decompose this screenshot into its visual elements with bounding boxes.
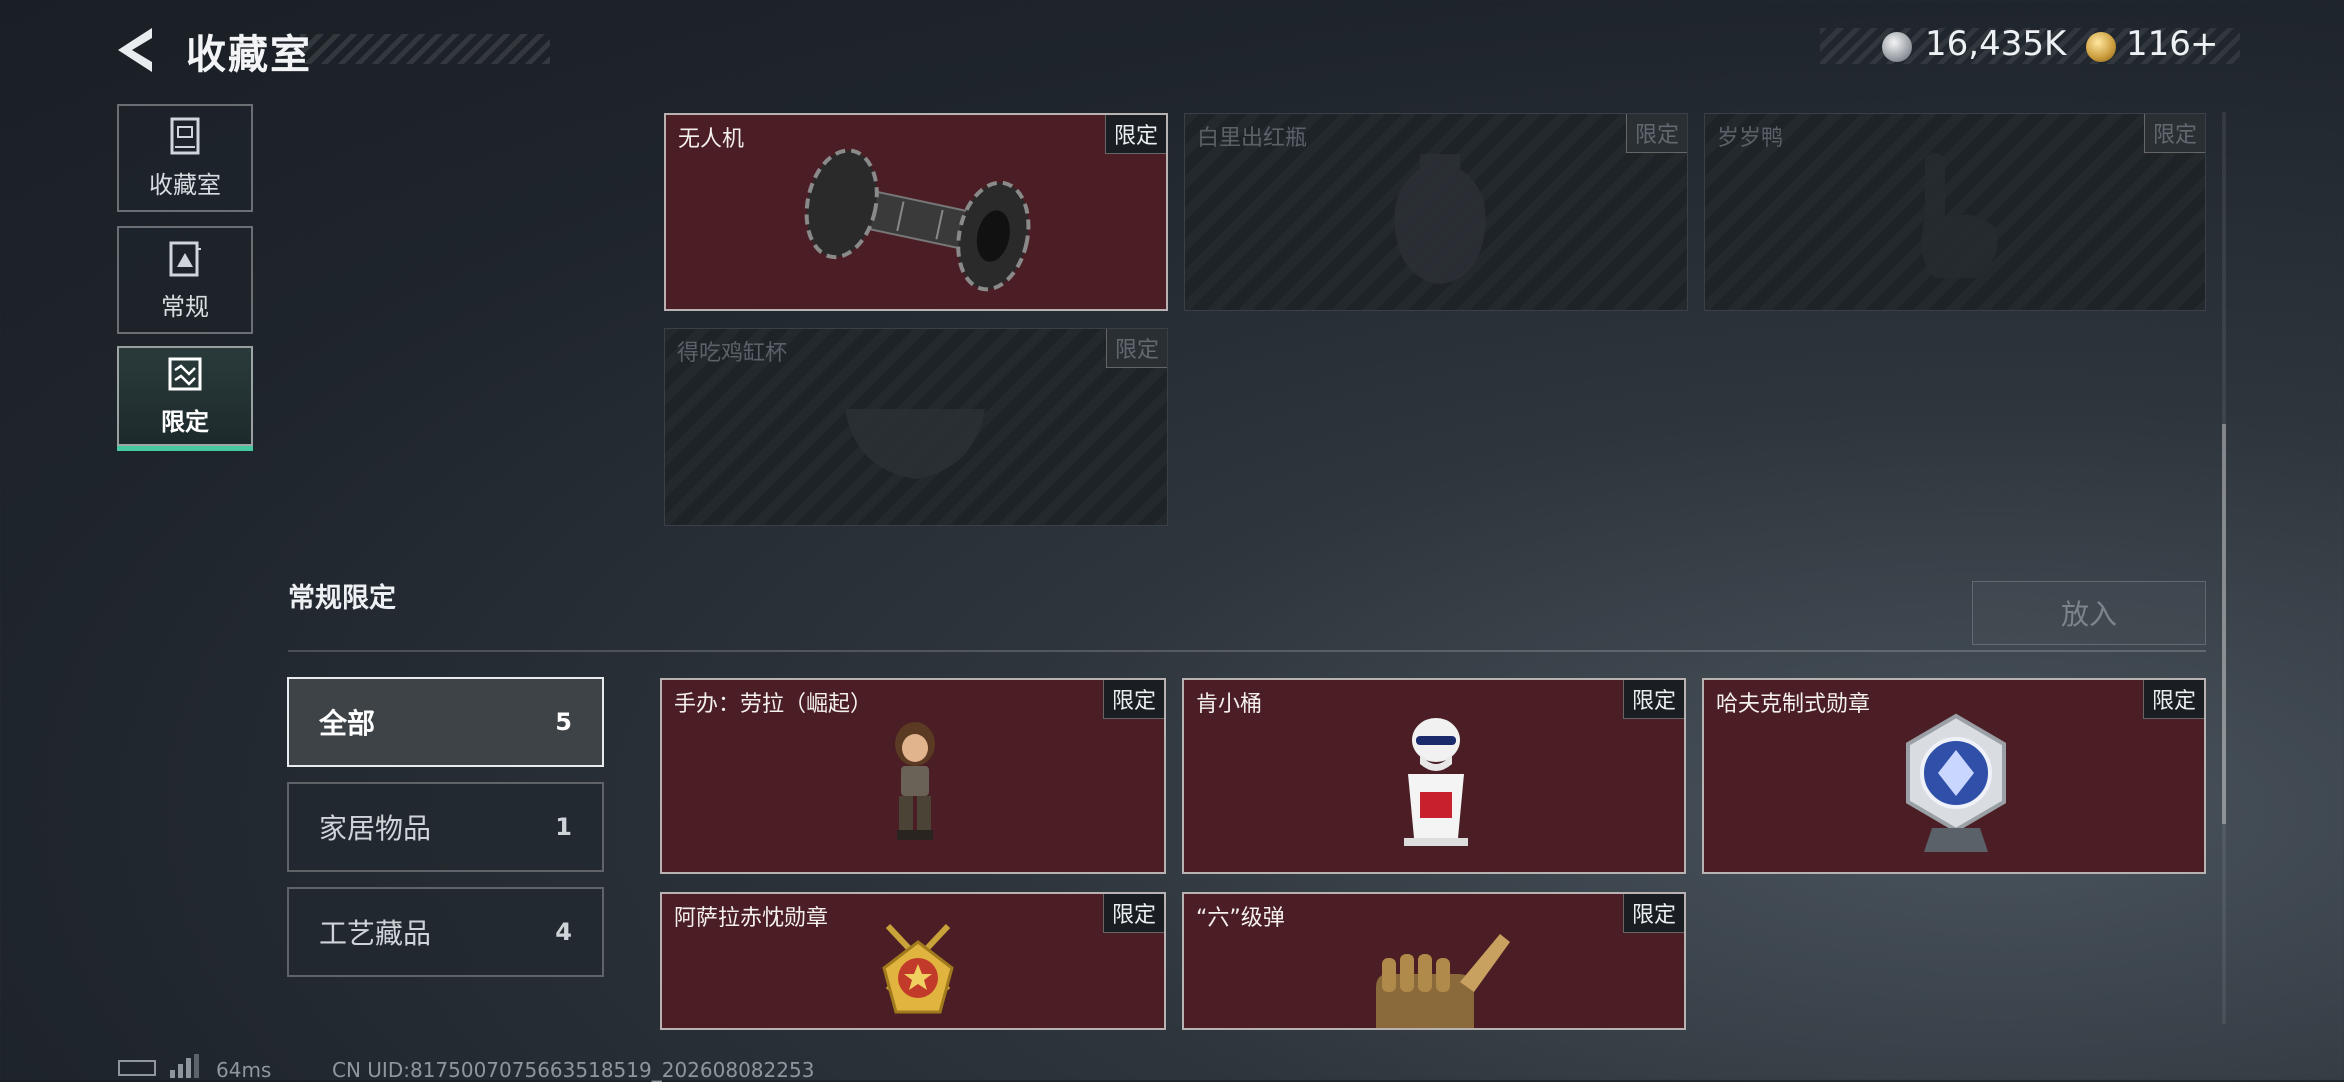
- nav-tab-label: 限定: [161, 407, 209, 436]
- item-card-lara-figure[interactable]: 手办：劳拉（崛起） 限定: [660, 678, 1166, 874]
- item-name: 得吃鸡缸杯: [677, 341, 788, 366]
- item-name: 手办：劳拉（崛起）: [674, 692, 873, 717]
- item-card-duck[interactable]: 岁岁鸭 限定: [1704, 113, 2206, 311]
- gold-coin-icon: [2086, 32, 2116, 62]
- section-divider: [288, 650, 2206, 652]
- filter-count: 5: [555, 708, 572, 736]
- regular-icon: [169, 241, 201, 276]
- item-card-haavk-medal[interactable]: 哈夫克制式勋章 限定: [1702, 678, 2206, 874]
- limited-badge: 限定: [2143, 114, 2205, 153]
- vase-icon: [1394, 154, 1486, 284]
- user-uid: CN UID:8175007075663518519_202608082253: [332, 1058, 815, 1082]
- filter-household[interactable]: 家居物品 1: [287, 782, 604, 872]
- section-title: 常规限定: [288, 583, 396, 614]
- collection-room-icon: [170, 117, 200, 154]
- title-decoration: [300, 34, 550, 64]
- signal-icon: [170, 1054, 204, 1078]
- item-name: “六”级弹: [1196, 906, 1285, 931]
- filter-count: 1: [555, 813, 572, 841]
- silver-amount: 16,435K: [1925, 24, 2067, 64]
- asara-medal-icon: [882, 923, 954, 1014]
- back-arrow-icon[interactable]: [112, 26, 162, 74]
- active-tab-indicator: [117, 446, 253, 451]
- filter-label: 全部: [319, 707, 376, 740]
- scrollbar-thumb[interactable]: [2222, 424, 2226, 824]
- six-bullet-hand-icon: [1376, 934, 1510, 1028]
- item-card-kfc-bucket[interactable]: 肯小桶 限定: [1182, 678, 1686, 874]
- item-name: 哈夫克制式勋章: [1716, 692, 1871, 717]
- nav-tab-limited[interactable]: 限定: [117, 346, 253, 446]
- filter-label: 家居物品: [319, 812, 432, 845]
- filter-all[interactable]: 全部 5: [287, 677, 604, 767]
- battery-icon: [118, 1060, 156, 1076]
- item-card-drone[interactable]: 无人机 限定: [664, 113, 1168, 311]
- item-card-six-bullet[interactable]: “六”级弹 限定: [1182, 892, 1686, 1030]
- item-name: 阿萨拉赤忱勋章: [674, 906, 829, 931]
- filter-label: 工艺藏品: [319, 917, 432, 950]
- item-name: 岁岁鸭: [1717, 126, 1784, 151]
- limited-badge: 限定: [1105, 329, 1167, 368]
- filter-count: 4: [555, 918, 572, 946]
- limited-badge: 限定: [1102, 894, 1164, 933]
- lara-figure-icon: [895, 722, 935, 840]
- nav-tab-label: 收藏室: [149, 170, 221, 199]
- limited-badge: 限定: [1102, 680, 1164, 719]
- filter-crafts[interactable]: 工艺藏品 4: [287, 887, 604, 977]
- item-card-asara-medal[interactable]: 阿萨拉赤忱勋章 限定: [660, 892, 1166, 1030]
- limited-badge: 限定: [1622, 894, 1684, 933]
- silver-coin-icon: [1882, 32, 1912, 62]
- item-name: 无人机: [678, 127, 745, 152]
- duck-icon: [1921, 153, 1998, 278]
- nav-tab-label: 常规: [161, 292, 209, 321]
- nav-tab-regular[interactable]: 常规: [117, 226, 253, 334]
- limited-badge: 限定: [2142, 680, 2204, 719]
- kfc-bucket-figure-icon: [1404, 718, 1468, 846]
- limited-badge: 限定: [1622, 680, 1684, 719]
- ping-value: 64ms: [216, 1058, 272, 1082]
- cup-icon: [845, 409, 985, 479]
- item-name: 白里出红瓶: [1197, 126, 1308, 151]
- limited-badge: 限定: [1104, 115, 1166, 154]
- drone-icon: [804, 148, 1031, 292]
- limited-icon: [168, 357, 202, 390]
- item-name: 肯小桶: [1196, 692, 1263, 717]
- limited-badge: 限定: [1625, 114, 1687, 153]
- gold-amount: 116: [2126, 24, 2191, 64]
- item-card-cup[interactable]: 得吃鸡缸杯 限定: [664, 328, 1168, 526]
- add-currency-button[interactable]: +: [2190, 24, 2219, 64]
- put-in-button[interactable]: 放入: [1972, 581, 2206, 645]
- page-title: 收藏室: [186, 32, 312, 78]
- haavk-medal-icon: [1906, 713, 2006, 852]
- item-card-vase[interactable]: 白里出红瓶 限定: [1184, 113, 1688, 311]
- nav-tab-collection-room[interactable]: 收藏室: [117, 104, 253, 212]
